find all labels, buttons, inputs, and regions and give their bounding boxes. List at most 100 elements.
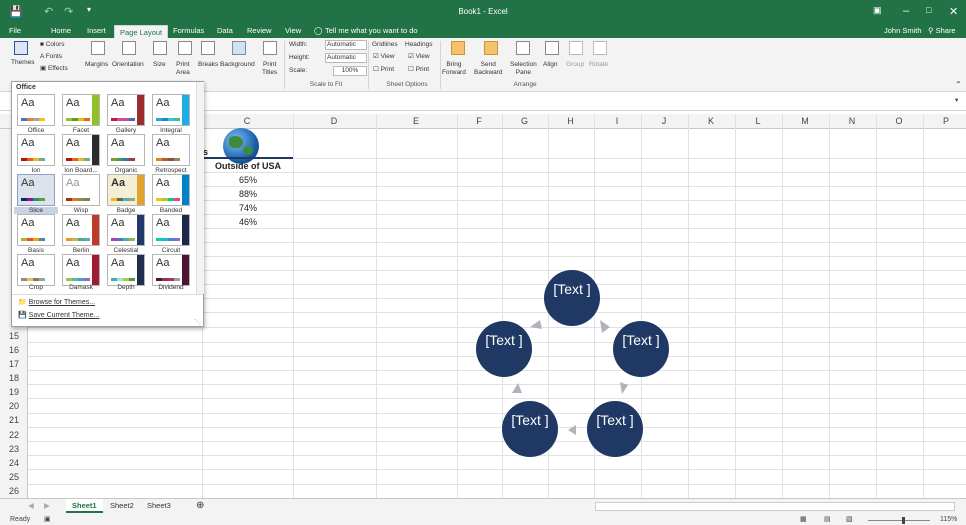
row-header[interactable]: 17 (0, 359, 28, 369)
theme-crop[interactable]: Aa (17, 254, 55, 286)
ribbon-display-icon[interactable]: ▣ (873, 5, 882, 16)
row-header[interactable]: 18 (0, 373, 28, 383)
theme-ion[interactable]: Aa (17, 134, 55, 166)
row-header[interactable]: 19 (0, 387, 28, 397)
zoom-level[interactable]: 115% (940, 516, 957, 523)
column-header[interactable]: K (688, 116, 734, 126)
align-icon[interactable] (545, 41, 559, 55)
margins-button[interactable]: Margins (85, 61, 108, 69)
column-header[interactable]: I (594, 116, 640, 126)
group-button[interactable]: Group (566, 61, 584, 69)
margins-icon[interactable] (91, 41, 105, 55)
zoom-slider-thumb[interactable] (902, 517, 905, 524)
print-area-button[interactable]: Print Area (176, 61, 190, 77)
tell-me-box[interactable]: Tell me what you want to do (325, 26, 418, 35)
bring-forward-icon[interactable] (451, 41, 465, 55)
theme-circuit[interactable]: Aa (152, 214, 190, 246)
size-button[interactable]: Size (153, 61, 166, 69)
row-header[interactable]: 25 (0, 472, 28, 482)
resize-grip-icon[interactable]: ⋱ (194, 318, 201, 326)
tab-review[interactable]: Review (247, 26, 272, 35)
theme-dividend[interactable]: Aa (152, 254, 190, 286)
group-icon[interactable] (569, 41, 583, 55)
tab-file[interactable]: File (9, 26, 21, 35)
width-dropdown[interactable]: Automatic (325, 40, 367, 50)
theme-depth[interactable]: Aa (107, 254, 145, 286)
macro-record-icon[interactable]: ▣ (44, 515, 51, 523)
tab-page-layout[interactable]: Page Layout (114, 25, 169, 38)
minimize-icon[interactable]: – (903, 5, 909, 17)
theme-facet[interactable]: Aa (62, 94, 100, 126)
row-header[interactable]: 26 (0, 486, 28, 496)
column-header[interactable]: N (829, 116, 875, 126)
theme-berlin[interactable]: Aa (62, 214, 100, 246)
page-break-view-icon[interactable]: ▧ (846, 515, 853, 523)
column-header[interactable]: H (548, 116, 593, 126)
sheet-tab[interactable]: Sheet2 (104, 499, 140, 513)
orientation-icon[interactable] (122, 41, 136, 55)
row-header[interactable]: 23 (0, 444, 28, 454)
tab-home[interactable]: Home (51, 26, 71, 35)
theme-retrospect[interactable]: Aa (152, 134, 190, 166)
themes-button[interactable]: Themes (11, 59, 34, 67)
column-header[interactable]: L (735, 116, 781, 126)
column-header[interactable]: O (876, 116, 922, 126)
send-backward-button[interactable]: Send Backward (474, 61, 503, 77)
cell-value[interactable]: 74% (203, 203, 293, 213)
theme-gallery[interactable]: Aa (107, 94, 145, 126)
column-header[interactable]: C (202, 116, 292, 126)
print-titles-icon[interactable] (263, 41, 277, 55)
normal-view-icon[interactable]: ▦ (800, 515, 807, 523)
sheet-tab[interactable]: Sheet3 (141, 499, 177, 513)
fonts-button[interactable]: A Fonts (40, 53, 62, 61)
headings-print-checkbox[interactable]: ☐ Print (408, 66, 429, 74)
print-area-icon[interactable] (178, 41, 192, 55)
theme-office[interactable]: Aa (17, 94, 55, 126)
theme-badge[interactable]: Aa (107, 174, 145, 206)
theme-ion-board[interactable]: Aa (62, 134, 100, 166)
gallery-scrollbar[interactable] (196, 82, 204, 294)
save-theme-item[interactable]: 💾 Save Current Theme... (18, 311, 99, 319)
column-header[interactable]: D (293, 116, 375, 126)
theme-damask[interactable]: Aa (62, 254, 100, 286)
row-header[interactable]: 16 (0, 345, 28, 355)
size-icon[interactable] (153, 41, 167, 55)
column-header[interactable]: F (457, 116, 501, 126)
print-titles-button[interactable]: Print Titles (262, 61, 277, 77)
bring-forward-button[interactable]: Bring Forward (442, 61, 466, 77)
tab-data[interactable]: Data (217, 26, 233, 35)
restore-icon[interactable]: □ (926, 5, 931, 15)
user-name[interactable]: John Smith (884, 26, 922, 35)
rotate-button[interactable]: Rotate (589, 61, 608, 69)
theme-integral[interactable]: Aa (152, 94, 190, 126)
sheet-tab[interactable]: Sheet1 (66, 499, 103, 513)
horizontal-scrollbar[interactable] (595, 502, 955, 511)
colors-button[interactable]: ■ Colors (40, 41, 65, 49)
collapse-ribbon-icon[interactable]: ⌃ (955, 81, 962, 89)
headings-view-checkbox[interactable]: ☑ View (408, 53, 430, 61)
page-layout-view-icon[interactable]: ▤ (824, 515, 831, 523)
breaks-icon[interactable] (201, 41, 215, 55)
background-icon[interactable] (232, 41, 246, 55)
cell-value[interactable]: 88% (203, 189, 293, 199)
zoom-slider[interactable] (868, 520, 930, 521)
expand-formula-bar-icon[interactable]: ▾ (955, 97, 958, 105)
theme-celestial[interactable]: Aa (107, 214, 145, 246)
cell-value[interactable]: 46% (203, 217, 293, 227)
gridlines-view-checkbox[interactable]: ☑ View (373, 53, 395, 61)
scroll-right-icon[interactable]: ▶ (38, 499, 56, 513)
column-header[interactable]: J (641, 116, 687, 126)
browse-themes-item[interactable]: 📁 Browse for Themes... (18, 298, 95, 306)
row-header[interactable]: 24 (0, 458, 28, 468)
share-button[interactable]: ⚲ Share (928, 26, 956, 35)
themes-icon[interactable] (14, 41, 28, 55)
effects-button[interactable]: ▣ Effects (40, 65, 68, 73)
column-header[interactable]: G (502, 116, 547, 126)
row-header[interactable]: 21 (0, 415, 28, 425)
align-button[interactable]: Align (543, 61, 557, 69)
theme-basis[interactable]: Aa (17, 214, 55, 246)
selection-pane-button[interactable]: Selection Pane (510, 61, 537, 77)
gridlines-print-checkbox[interactable]: ☐ Print (373, 66, 394, 74)
cell-c-header[interactable]: Outside of USA (203, 161, 293, 171)
column-header[interactable]: E (376, 116, 456, 126)
